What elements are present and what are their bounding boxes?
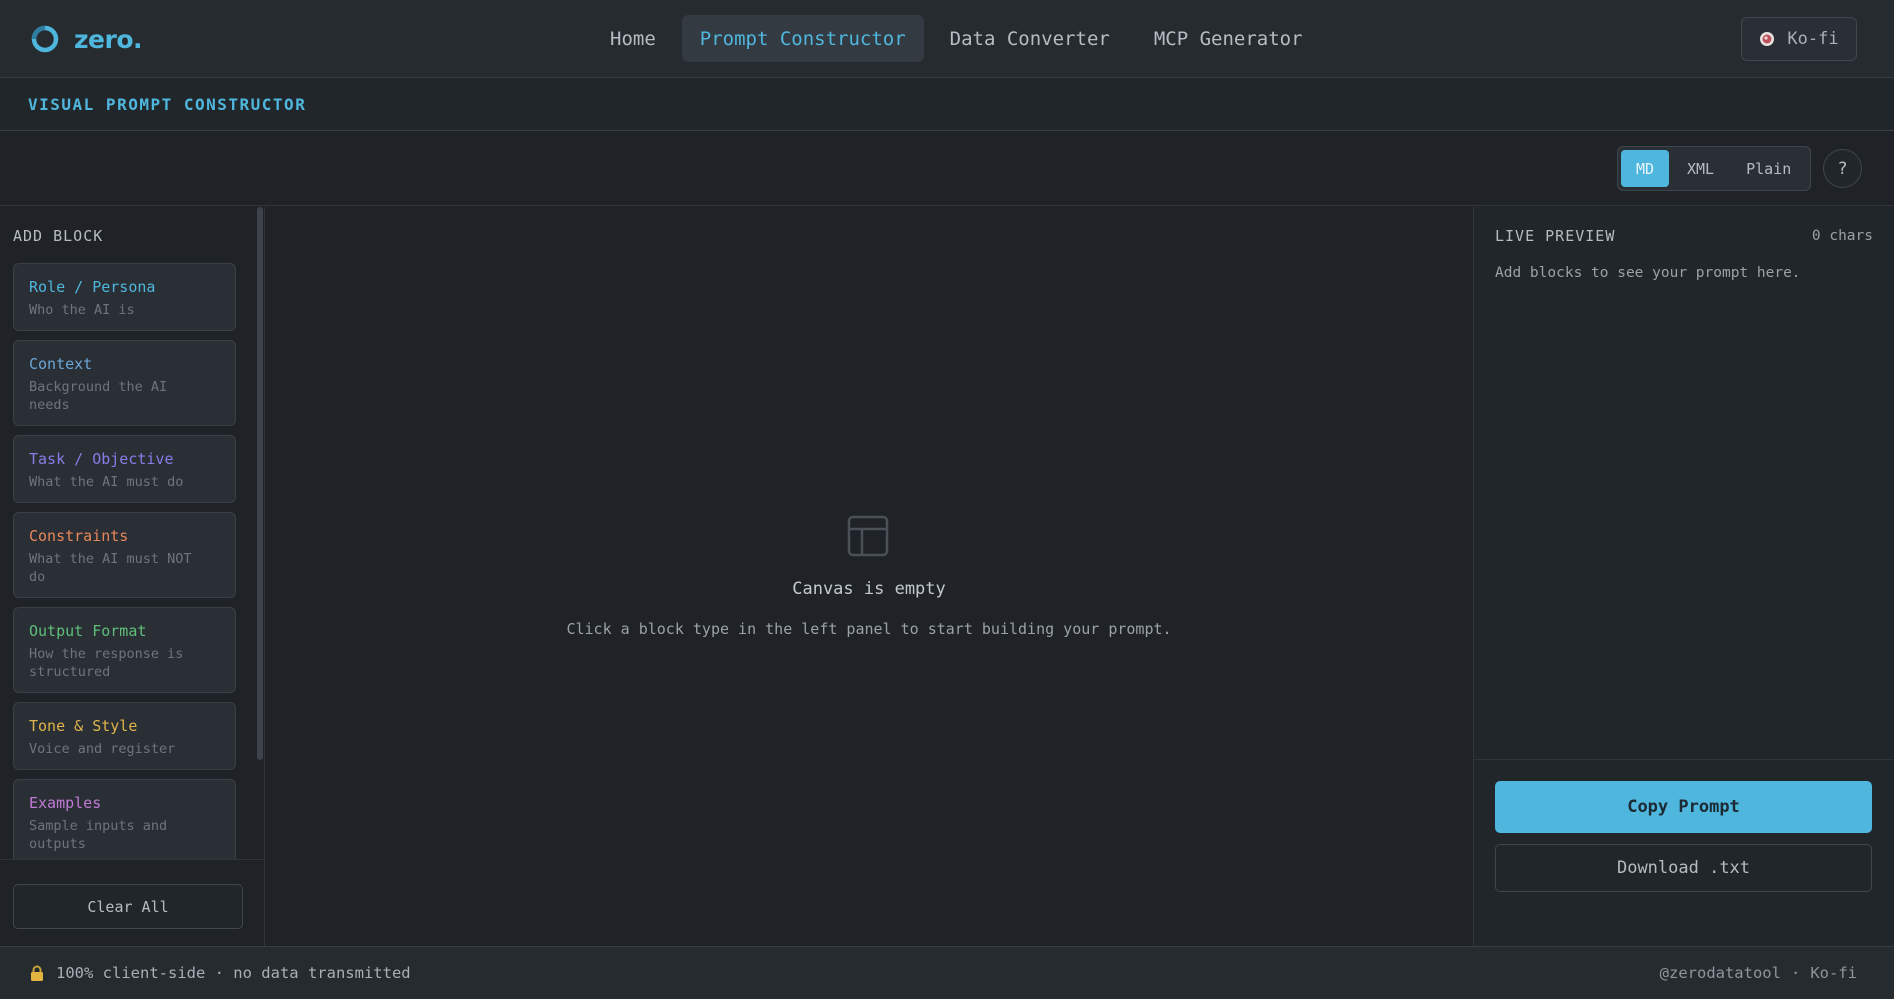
format-plain-button[interactable]: Plain bbox=[1732, 150, 1805, 187]
block-title: Constraints bbox=[29, 527, 129, 545]
block-desc: Sample inputs and outputs bbox=[29, 818, 168, 852]
footer-links: @zerodatatool · Ko-fi bbox=[1660, 964, 1857, 982]
preview-actions: Copy Prompt Download .txt bbox=[1474, 759, 1894, 946]
footer: 100% client-side · no data transmitted @… bbox=[0, 946, 1894, 999]
block-title: Output Format bbox=[29, 622, 147, 640]
block-desc: Background the AI needs bbox=[29, 379, 168, 413]
block-title: Role / Persona bbox=[29, 278, 156, 296]
download-txt-button[interactable]: Download .txt bbox=[1495, 844, 1872, 892]
help-button[interactable]: ? bbox=[1823, 149, 1862, 188]
live-preview-panel: LIVE PREVIEW 0 chars Add blocks to see y… bbox=[1473, 207, 1894, 946]
copy-prompt-button[interactable]: Copy Prompt bbox=[1495, 781, 1872, 833]
main-nav: Home Prompt Constructor Data Converter M… bbox=[592, 15, 1321, 62]
block-desc: Who the AI is bbox=[29, 302, 135, 318]
block-output-format[interactable]: Output Format How the response is struct… bbox=[13, 607, 236, 693]
logo-icon bbox=[31, 25, 59, 53]
char-count: 0 chars bbox=[1811, 228, 1873, 244]
title-bar: VISUAL PROMPT CONSTRUCTOR bbox=[0, 78, 1894, 131]
empty-state-title: Canvas is empty bbox=[792, 579, 946, 599]
palette-scrollbar[interactable] bbox=[257, 207, 263, 760]
block-examples[interactable]: Examples Sample inputs and outputs bbox=[13, 779, 236, 865]
block-context[interactable]: Context Background the AI needs bbox=[13, 340, 236, 426]
privacy-note: 100% client-side · no data transmitted bbox=[30, 964, 411, 982]
block-task-objective[interactable]: Task / Objective What the AI must do bbox=[13, 435, 236, 503]
top-nav: zero. Home Prompt Constructor Data Conve… bbox=[0, 0, 1894, 78]
block-desc: How the response is structured bbox=[29, 646, 184, 680]
nav-home[interactable]: Home bbox=[592, 15, 674, 62]
block-title: Tone & Style bbox=[29, 717, 138, 735]
preview-placeholder: Add blocks to see your prompt here. bbox=[1495, 265, 1801, 281]
nav-mcp-generator[interactable]: MCP Generator bbox=[1136, 15, 1321, 62]
block-tone-style[interactable]: Tone & Style Voice and register bbox=[13, 702, 236, 770]
empty-state-subtitle: Click a block type in the left panel to … bbox=[566, 620, 1172, 638]
footer-kofi-link[interactable]: Ko-fi bbox=[1810, 964, 1857, 982]
logo-text: zero. bbox=[74, 24, 143, 54]
kofi-button[interactable]: Ko-fi bbox=[1741, 17, 1857, 61]
block-title: Examples bbox=[29, 794, 102, 812]
block-list: Role / Persona Who the AI is Context Bac… bbox=[13, 263, 236, 865]
page-title: VISUAL PROMPT CONSTRUCTOR bbox=[28, 94, 307, 114]
block-desc: Voice and register bbox=[29, 741, 176, 757]
footer-separator: · bbox=[1790, 964, 1801, 982]
preview-title: LIVE PREVIEW bbox=[1495, 227, 1616, 245]
lock-icon bbox=[31, 965, 43, 981]
nav-prompt-constructor[interactable]: Prompt Constructor bbox=[681, 15, 924, 62]
prompt-canvas[interactable]: Canvas is empty Click a block type in th… bbox=[265, 207, 1473, 946]
block-desc: What the AI must do bbox=[29, 474, 184, 490]
toolbar: MD XML Plain bbox=[0, 131, 1894, 206]
block-title: Task / Objective bbox=[29, 450, 174, 468]
kofi-cup-icon bbox=[1760, 32, 1775, 46]
block-title: Context bbox=[29, 355, 93, 373]
block-constraints[interactable]: Constraints What the AI must NOT do bbox=[13, 512, 236, 598]
clear-all-button[interactable]: Clear All bbox=[13, 884, 243, 929]
block-desc: What the AI must NOT do bbox=[29, 551, 192, 585]
logo[interactable]: zero. bbox=[30, 22, 143, 56]
panel-title: ADD BLOCK bbox=[13, 227, 104, 245]
format-toggle: MD XML Plain bbox=[1617, 146, 1811, 191]
palette-footer: Clear All bbox=[0, 859, 264, 946]
handle-link[interactable]: @zerodatatool bbox=[1660, 964, 1781, 982]
format-md-button[interactable]: MD bbox=[1621, 150, 1669, 187]
block-role-persona[interactable]: Role / Persona Who the AI is bbox=[13, 263, 236, 331]
format-xml-button[interactable]: XML bbox=[1673, 150, 1728, 187]
nav-data-converter[interactable]: Data Converter bbox=[932, 15, 1128, 62]
kofi-label: Ko-fi bbox=[1787, 29, 1839, 49]
block-palette: ADD BLOCK Role / Persona Who the AI is C… bbox=[0, 207, 265, 946]
privacy-text: 100% client-side · no data transmitted bbox=[56, 964, 411, 982]
layout-icon bbox=[847, 515, 889, 557]
